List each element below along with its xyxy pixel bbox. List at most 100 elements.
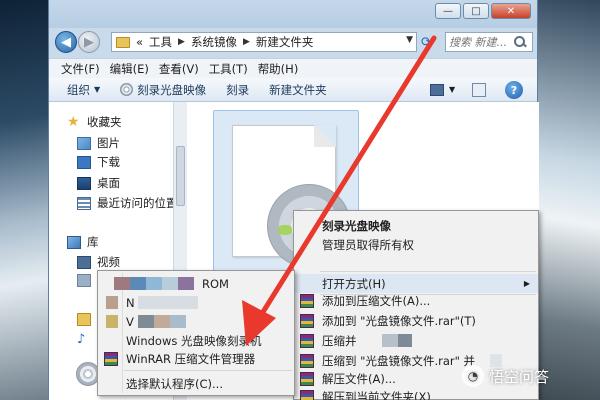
view-options-icon[interactable] (430, 84, 444, 96)
desktop-icon (77, 176, 91, 190)
nav-favorites-label: 收藏夹 (87, 115, 122, 129)
nav-item-music[interactable]: ♪ (77, 333, 97, 346)
ctx-label: 压缩并 (322, 333, 357, 348)
ctx-label: 压缩到 "光盘镜像文件.rar" 并 (322, 353, 476, 368)
ctx-label: Windows 光盘映像刻录机 (126, 333, 262, 348)
close-button[interactable]: ✕ (491, 3, 531, 19)
library-icon (77, 274, 91, 287)
winrar-icon (300, 389, 314, 400)
help-icon[interactable]: ? (505, 81, 523, 99)
ctx-label: 打开方式(H) (322, 276, 386, 291)
openwith-item-3[interactable]: V (98, 312, 294, 331)
ctx-burn-image[interactable]: 刻录光盘映像 (294, 216, 538, 235)
redacted-block (178, 277, 194, 290)
winrar-icon (104, 351, 118, 366)
menu-tools[interactable]: 工具(T) (209, 61, 248, 77)
breadcrumb-overflow[interactable]: « (136, 35, 143, 49)
chevron-down-icon[interactable]: ▼ (449, 85, 455, 94)
address-bar[interactable]: « 工具 ▶ 系统镜像 ▶ 新建文件夹 ▼ (111, 32, 417, 52)
recent-places-icon (77, 196, 91, 210)
ctx-add-to-archive[interactable]: 添加到压缩文件(A)... (294, 291, 538, 310)
watermark: ◔ 悟空问答 (462, 365, 549, 387)
nav-scrollbar-thumb[interactable] (176, 146, 185, 206)
organize-button[interactable]: 组织 ▼ (67, 82, 100, 98)
forward-button[interactable]: ▶ (78, 31, 100, 53)
nav-item-pictures[interactable]: 图片 (77, 135, 120, 151)
preview-pane-icon[interactable] (472, 83, 486, 97)
nav-item-downloads[interactable]: 下载 (77, 154, 120, 170)
redacted-block (130, 277, 146, 290)
nav-item-recent-places[interactable]: 最近访问的位置 (77, 195, 178, 211)
openwith-choose-default[interactable]: 选择默认程序(C)... (98, 374, 294, 393)
nav-libraries[interactable]: 库 (67, 234, 99, 250)
breadcrumb-system-image[interactable]: 系统镜像 (191, 34, 237, 50)
menu-bar: 文件(F) 编辑(E) 查看(V) 工具(T) 帮助(H) (49, 58, 537, 78)
menu-help[interactable]: 帮助(H) (258, 61, 299, 77)
redacted-block (398, 334, 412, 347)
nav-item-hidden-1[interactable] (77, 274, 97, 287)
search-icon[interactable] (513, 35, 527, 49)
search-box[interactable] (445, 32, 533, 52)
breadcrumb-new-folder[interactable]: 新建文件夹 (256, 34, 314, 50)
burn-button[interactable]: 刻录 (226, 82, 249, 98)
folder-icon (77, 313, 91, 326)
videos-icon (77, 255, 91, 269)
breadcrumb-tools[interactable]: 工具 (149, 34, 172, 50)
ctx-label: 添加到 "光盘镜像文件.rar"(T) (322, 313, 476, 328)
ctx-add-to-rar[interactable]: 添加到 "光盘镜像文件.rar"(T) (294, 311, 538, 330)
refresh-icon[interactable]: ⟳ (421, 35, 437, 51)
ctx-label: WinRAR 压缩文件管理器 (126, 351, 256, 366)
nav-item-hidden-2[interactable] (77, 313, 97, 326)
pictures-icon (77, 136, 91, 150)
disc-icon (120, 83, 134, 96)
submenu-arrow-icon: ▶ (523, 279, 530, 288)
ctx-label: 刻录光盘映像 (322, 218, 391, 233)
openwith-winrar[interactable]: WinRAR 压缩文件管理器 (98, 349, 294, 368)
forward-arrow-icon: ▶ (84, 34, 94, 50)
nav-item-desktop[interactable]: 桌面 (77, 175, 120, 191)
ctx-label: 解压到当前文件夹(X) (322, 389, 431, 400)
back-arrow-icon: ◀ (61, 34, 71, 50)
chevron-down-icon: ▼ (94, 85, 101, 94)
menu-view[interactable]: 查看(V) (159, 61, 199, 77)
burn-image-button[interactable]: 刻录光盘映像 (120, 82, 206, 98)
ctx-compress-and-email[interactable]: 压缩并 (294, 331, 538, 350)
redacted-block (154, 315, 170, 328)
minimize-button[interactable]: — (435, 3, 461, 19)
maximize-button[interactable]: □ (463, 3, 489, 19)
ctx-label: 解压文件(A)... (322, 371, 396, 386)
winrar-icon (300, 313, 314, 328)
address-row: ◀ ▶ « 工具 ▶ 系统镜像 ▶ 新建文件夹 ▼ ⟳ (49, 28, 537, 58)
breadcrumb-separator-icon[interactable]: ▶ (243, 37, 250, 47)
folder-icon (116, 36, 130, 48)
ctx-label: 添加到压缩文件(A)... (322, 293, 431, 308)
menu-edit[interactable]: 编辑(E) (110, 61, 149, 77)
back-button[interactable]: ◀ (55, 31, 77, 53)
search-input[interactable] (449, 35, 511, 49)
nav-item-label: 桌面 (97, 176, 120, 190)
menu-file[interactable]: 文件(F) (61, 61, 100, 77)
redacted-block (382, 334, 398, 347)
openwith-windows-disc-burner[interactable]: Windows 光盘映像刻录机 (98, 331, 294, 350)
ctx-take-ownership[interactable]: 管理员取得所有权 (294, 235, 538, 254)
ctx-extract-here[interactable]: 解压到当前文件夹(X) (294, 387, 538, 400)
openwith-item-1[interactable]: ROM (98, 274, 294, 293)
ctx-separator (320, 271, 536, 272)
redacted-block (162, 277, 178, 290)
nav-item-videos[interactable]: 视频 (77, 254, 120, 270)
address-dropdown-icon[interactable]: ▼ (406, 35, 413, 45)
ctx-label: V (126, 314, 134, 329)
nav-item-label: 图片 (97, 136, 120, 150)
breadcrumb-separator-icon[interactable]: ▶ (178, 37, 185, 47)
redacted-block (138, 315, 154, 328)
nav-favorites[interactable]: ★ 收藏夹 (67, 114, 122, 130)
ctx-label: ROM (202, 276, 229, 291)
redacted-block (106, 315, 118, 328)
redacted-block (114, 277, 130, 290)
redacted-block (138, 296, 198, 309)
openwith-item-2[interactable]: N (98, 293, 294, 312)
new-folder-button[interactable]: 新建文件夹 (269, 82, 327, 98)
window-controls: — □ ✕ (433, 3, 531, 19)
burn-label: 刻录 (226, 82, 250, 97)
winrar-icon (300, 371, 314, 386)
